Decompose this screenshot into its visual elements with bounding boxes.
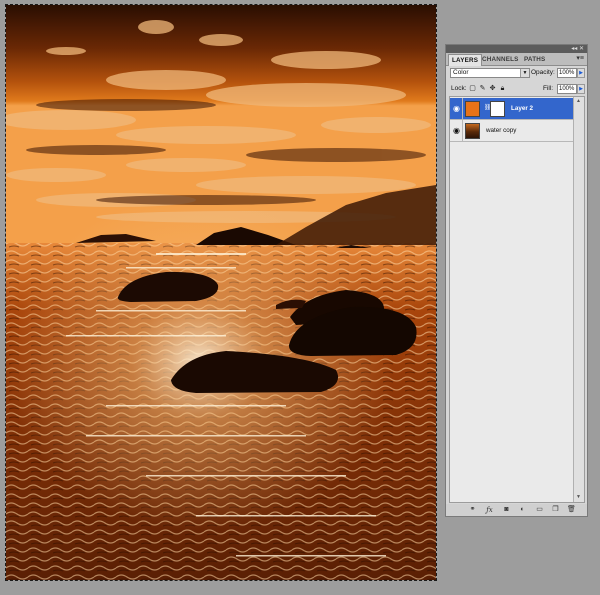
scroll-up-icon[interactable]: ▲ <box>574 97 583 106</box>
scroll-down-icon[interactable]: ▼ <box>574 493 583 502</box>
fill-input[interactable]: 100% <box>557 84 577 94</box>
layer-thumbnail[interactable] <box>465 101 480 117</box>
opacity-label: Opacity: <box>531 69 555 76</box>
document-canvas[interactable] <box>6 5 436 580</box>
eye-icon[interactable]: ◉ <box>452 104 461 113</box>
new-group-icon[interactable]: ▭ <box>535 506 544 514</box>
visibility-cell: ◉ <box>450 120 463 142</box>
panel-tabs: LAYERS CHANNELS PATHS ▾≡ <box>446 53 587 66</box>
layer-row-water-copy[interactable]: ◉ water copy <box>450 120 575 142</box>
layer-thumbnail[interactable] <box>465 123 480 139</box>
blend-mode-value: Color <box>453 69 469 76</box>
layers-scrollbar[interactable]: ▲ ▼ <box>573 97 584 502</box>
opacity-slider-arrow[interactable]: ▶ <box>577 68 585 78</box>
fill-label: Fill: <box>543 85 554 92</box>
add-mask-icon[interactable]: ◙ <box>502 506 511 514</box>
layer-name[interactable]: water copy <box>486 120 516 142</box>
chevron-down-icon: ▼ <box>520 69 529 77</box>
tab-channels[interactable]: CHANNELS <box>479 54 522 65</box>
tab-paths[interactable]: PATHS <box>521 54 548 65</box>
blend-mode-select[interactable]: Color ▼ <box>450 68 530 78</box>
visibility-cell: ◉ <box>450 98 463 120</box>
lock-all-icon[interactable]: 🔒︎ <box>499 85 506 92</box>
panel-menu-icon[interactable]: ▾≡ <box>576 53 584 65</box>
fill-slider-arrow[interactable]: ▶ <box>577 84 585 94</box>
opacity-input[interactable]: 100% <box>557 68 577 78</box>
lock-position-icon[interactable]: ✥ <box>489 85 496 92</box>
collapse-panel-icon[interactable]: ◂◂ ✕ <box>571 45 584 53</box>
lock-label: Lock: <box>451 85 467 92</box>
adjustment-layer-icon[interactable]: ◐ <box>518 506 527 514</box>
trash-icon[interactable]: 🗑︎ <box>567 506 576 514</box>
layers-panel: ◂◂ ✕ LAYERS CHANNELS PATHS ▾≡ Color ▼ Op… <box>445 44 588 517</box>
layer-mask-thumbnail[interactable] <box>490 101 505 117</box>
link-layers-icon[interactable]: ⚭ <box>468 506 477 514</box>
tab-layers[interactable]: LAYERS <box>448 54 483 66</box>
layers-list: ◉ ⛓ Layer 2 ◉ water copy ▲ ▼ <box>449 96 585 503</box>
panel-title-bar[interactable]: ◂◂ ✕ <box>446 45 587 53</box>
layer-row-layer-2[interactable]: ◉ ⛓ Layer 2 <box>450 98 575 120</box>
lock-pixels-icon[interactable]: ✎ <box>479 85 486 92</box>
new-layer-icon[interactable]: ❐ <box>551 506 560 514</box>
lock-transparency-icon[interactable]: ▢ <box>469 85 476 92</box>
fx-icon[interactable]: ƒx <box>485 506 494 514</box>
sunset-photo <box>6 5 436 580</box>
layers-bottom-toolbar: ⚭ ƒx ◙ ◐ ▭ ❐ 🗑︎ <box>446 504 587 516</box>
eye-icon[interactable]: ◉ <box>452 126 461 135</box>
layer-name[interactable]: Layer 2 <box>511 98 533 120</box>
